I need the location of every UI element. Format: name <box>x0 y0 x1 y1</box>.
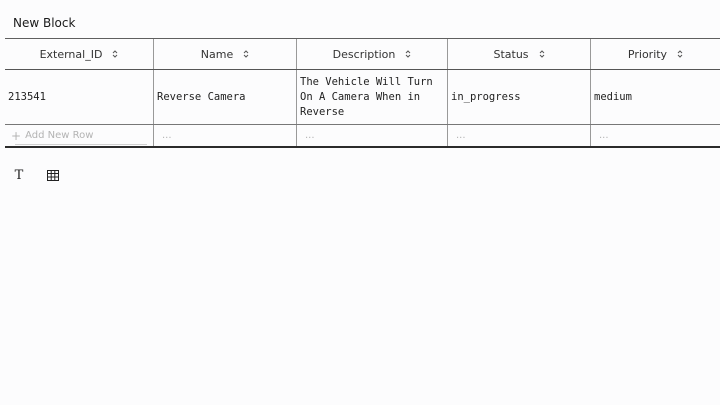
column-header-description[interactable]: Description <box>297 39 448 69</box>
text-icon[interactable]: T <box>10 167 28 183</box>
table-header-row: External_ID Name Description Status Prio… <box>5 39 720 70</box>
sort-icon[interactable] <box>243 49 249 59</box>
column-header-label: Description <box>332 47 396 61</box>
cell-external-id[interactable]: 213541 <box>5 70 154 124</box>
sort-icon[interactable] <box>112 49 118 59</box>
cell-name[interactable]: Reverse Camera <box>154 70 297 124</box>
column-header-label: External_ID <box>39 47 103 61</box>
sort-icon[interactable] <box>405 49 411 59</box>
new-row-placeholder-status[interactable]: ... <box>448 125 591 146</box>
sort-icon[interactable] <box>539 49 545 59</box>
column-header-label: Priority <box>627 47 668 61</box>
data-table: External_ID Name Description Status Prio… <box>5 38 720 148</box>
column-header-priority[interactable]: Priority <box>591 39 720 69</box>
table-row: 213541 Reverse Camera The Vehicle Will T… <box>5 70 720 125</box>
column-header-external-id[interactable]: External_ID <box>5 39 154 69</box>
column-header-name[interactable]: Name <box>154 39 297 69</box>
add-row: + Add New Row ... ... ... ... <box>5 125 720 148</box>
page: New Block External_ID Name Description S… <box>0 0 720 405</box>
cell-description[interactable]: The Vehicle Will Turn On A Camera When i… <box>297 70 448 124</box>
column-header-label: Name <box>200 47 234 61</box>
block-toolbar: T <box>10 167 62 183</box>
table-icon[interactable] <box>44 167 62 183</box>
new-row-placeholder-description[interactable]: ... <box>297 125 448 146</box>
add-new-row-label: Add New Row <box>25 130 94 141</box>
new-row-placeholder-name[interactable]: ... <box>154 125 297 146</box>
divider <box>15 144 147 145</box>
column-header-label: Status <box>493 47 529 61</box>
block-title[interactable]: New Block <box>13 16 75 30</box>
cell-status[interactable]: in_progress <box>448 70 591 124</box>
sort-icon[interactable] <box>677 49 683 59</box>
column-header-status[interactable]: Status <box>448 39 591 69</box>
new-row-placeholder-priority[interactable]: ... <box>591 125 720 146</box>
cell-priority[interactable]: medium <box>591 70 720 124</box>
plus-icon: + <box>11 128 22 143</box>
add-new-row-button[interactable]: + Add New Row <box>5 125 154 146</box>
